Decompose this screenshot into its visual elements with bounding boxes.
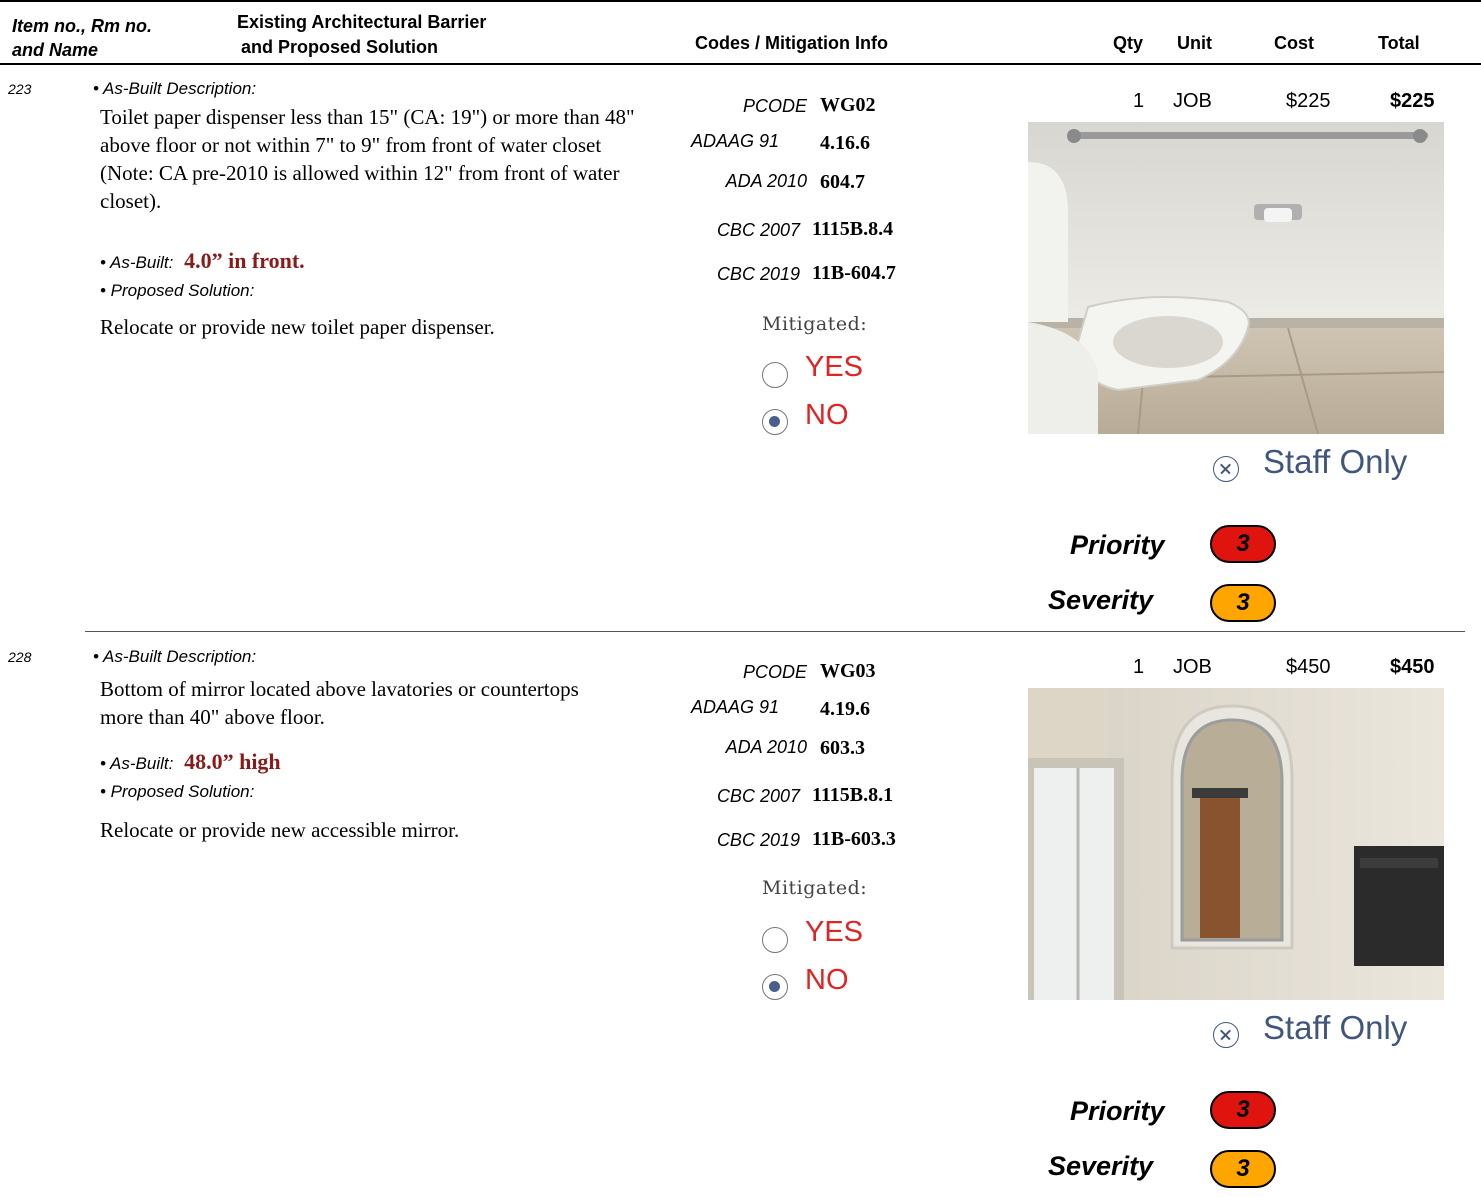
cbc2007-label: CBC 2007 [716,220,800,240]
item-number: 228 [8,649,32,665]
priority-label: Priority [1070,530,1165,560]
adaag-label: ADAAG 91 [690,131,779,151]
unit-value: JOB [1173,90,1212,112]
barrier-description: Bottom of mirror located above lavatorie… [100,677,579,729]
toilet-photo [1028,122,1444,434]
asbuilt-label-text: • As-Built: [100,754,174,773]
proposed-solution: Relocate or provide new toilet paper dis… [100,315,495,339]
mitigated-yes-label: YES [805,916,864,948]
proposed-solution: Relocate or provide new accessible mirro… [100,818,460,842]
severity-badge: 3 [1210,584,1276,622]
total-value: $450 [1390,656,1435,678]
mitigated-no-radio[interactable] [762,974,788,1000]
priority-badge: 3 [1210,1091,1276,1129]
top-rule [0,0,1481,2]
header-barrier-col-line2: and Proposed Solution [241,37,438,57]
pcode-value: WG02 [820,94,876,116]
mitigated-yes-radio[interactable] [762,362,788,388]
header-barrier-col-line1: Existing Architectural Barrier [237,12,487,32]
severity-label: Severity [1048,1151,1154,1181]
barrier-description: Toilet paper dispenser less than 15" (CA… [100,105,635,213]
ada2010-value: 603.3 [820,737,865,759]
asbuilt-label: • As-Built: 4.0” in front. [100,248,305,274]
mitigated-no-label: NO [805,964,849,996]
proposed-solution-label: • Proposed Solution: [100,782,255,801]
ada2010-value: 604.7 [820,171,865,193]
asbuilt-label-text: • As-Built: [100,253,174,272]
staff-only-label: Staff Only [1263,1009,1408,1046]
qty-value: 1 [1133,656,1145,678]
severity-badge: 3 [1210,1150,1276,1188]
mitigated-yes-label: YES [805,351,864,383]
pcode-label: PCODE [742,96,807,116]
mirror-photo [1028,688,1444,1000]
header-item-col-line1: Item no., Rm no. [12,16,153,36]
header-total-col: Total [1378,33,1420,53]
cbc2019-label: CBC 2019 [716,264,800,284]
cbc2007-value: 1115B.8.4 [812,218,894,240]
cbc2019-value: 11B-603.3 [812,828,896,850]
cbc2007-label: CBC 2007 [716,786,800,806]
priority-badge: 3 [1210,525,1276,563]
staff-only-close-icon[interactable] [1213,1022,1239,1048]
asbuilt-label: • As-Built: 48.0” high [100,749,281,775]
header-codes-col: Codes / Mitigation Info [695,33,888,53]
radio-selected-dot [769,416,780,427]
total-value: $225 [1390,90,1435,112]
adaag-value: 4.16.6 [820,132,870,154]
asbuilt-description-label: • As-Built Description: [93,79,257,98]
mitigated-no-radio[interactable] [762,409,788,435]
proposed-solution-label: • Proposed Solution: [100,281,255,300]
header-qty-col: Qty [1113,33,1144,53]
pcode-label: PCODE [742,662,807,682]
adaag-value: 4.19.6 [820,698,870,720]
adaag-label: ADAAG 91 [690,697,779,717]
priority-label: Priority [1070,1096,1165,1126]
asbuilt-description-label: • As-Built Description: [93,647,257,666]
mitigated-no-label: NO [805,399,849,431]
severity-label: Severity [1048,585,1154,615]
ada2010-label: ADA 2010 [725,171,807,191]
cbc2019-value: 11B-604.7 [812,262,896,284]
header-item-col-line2: and Name [12,40,99,60]
cbc2007-value: 1115B.8.1 [812,784,894,806]
mitigated-label: Mitigated: [762,313,868,335]
radio-selected-dot [769,981,780,992]
asbuilt-value: 48.0” high [184,749,281,774]
cost-value: $225 [1286,90,1331,112]
barrier-item: 228 • As-Built Description: Bottom of mi… [0,631,1481,1197]
pcode-value: WG03 [820,660,876,682]
staff-only-label: Staff Only [1263,443,1408,480]
mitigated-yes-radio[interactable] [762,927,788,953]
mirror-photo-image [1028,688,1444,1000]
header-cost-col: Cost [1274,33,1314,53]
cbc2019-label: CBC 2019 [716,830,800,850]
mitigated-label: Mitigated: [762,877,868,899]
toilet-photo-image [1028,122,1444,434]
ada2010-label: ADA 2010 [725,737,807,757]
asbuilt-value: 4.0” in front. [184,248,305,273]
staff-only-close-icon[interactable] [1213,456,1239,482]
item-number: 223 [8,81,32,97]
cost-value: $450 [1286,656,1331,678]
header-unit-col: Unit [1177,33,1212,53]
barrier-item: 223 • As-Built Description: Toilet paper… [0,65,1481,631]
qty-value: 1 [1133,90,1145,112]
unit-value: JOB [1173,656,1212,678]
